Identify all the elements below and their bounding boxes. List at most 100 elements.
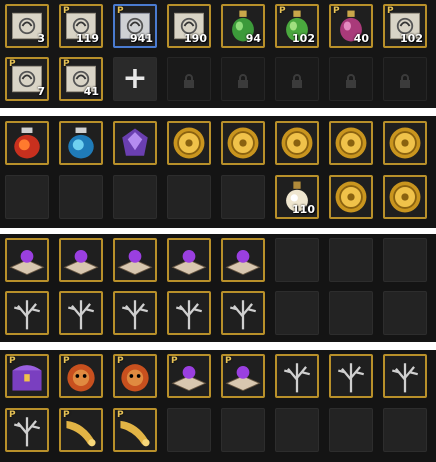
gold-coin-icon (335, 181, 367, 213)
silver-tree-icon (175, 300, 203, 330)
inventory-panel-1: 3 P 119 P 941 190 94 P 102 P 40 P 102 P … (0, 0, 436, 108)
premium-mark: P (117, 410, 124, 420)
silver-tree-icon (391, 363, 419, 393)
magic-tome-icon (171, 250, 207, 276)
empty-slot[interactable] (221, 408, 265, 452)
item-slot[interactable] (221, 291, 265, 335)
silver-tree-icon (229, 300, 257, 330)
item-slot[interactable] (329, 354, 373, 398)
empty-slot[interactable] (275, 238, 319, 282)
item-count: 7 (37, 85, 45, 98)
item-slot[interactable] (59, 121, 103, 165)
purple-gem-icon (122, 128, 148, 156)
locked-slot (383, 57, 427, 101)
empty-slot[interactable] (329, 408, 373, 452)
item-slot[interactable]: P (221, 354, 265, 398)
item-slot[interactable] (5, 121, 49, 165)
locked-slot (221, 57, 265, 101)
item-count: 3 (37, 32, 45, 45)
item-slot[interactable] (113, 121, 157, 165)
empty-slot[interactable] (383, 238, 427, 282)
item-slot[interactable]: P (59, 408, 103, 452)
item-count: 40 (353, 32, 369, 45)
item-slot[interactable]: 190 (167, 4, 211, 48)
item-count: 102 (400, 32, 423, 45)
item-slot[interactable] (167, 238, 211, 282)
item-slot[interactable] (59, 291, 103, 335)
item-slot[interactable]: 3 (5, 4, 49, 48)
empty-slot[interactable] (113, 175, 157, 219)
locked-slot (275, 57, 319, 101)
item-slot[interactable] (5, 238, 49, 282)
premium-mark: P (9, 356, 16, 366)
empty-slot[interactable] (221, 175, 265, 219)
item-slot[interactable]: P (113, 354, 157, 398)
item-slot[interactable] (221, 238, 265, 282)
premium-mark: P (117, 6, 124, 16)
lock-icon (292, 74, 302, 88)
item-count: 110 (292, 203, 315, 216)
item-slot[interactable]: P 40 (329, 4, 373, 48)
item-slot[interactable] (5, 291, 49, 335)
item-slot[interactable] (383, 175, 427, 219)
empty-slot[interactable] (275, 408, 319, 452)
item-slot[interactable] (113, 238, 157, 282)
item-count: 102 (292, 32, 315, 45)
item-slot[interactable] (383, 121, 427, 165)
item-slot[interactable]: P (59, 354, 103, 398)
empty-slot[interactable] (5, 175, 49, 219)
empty-slot[interactable] (59, 175, 103, 219)
gold-coin-icon (335, 127, 367, 159)
gold-coin-icon (227, 127, 259, 159)
lock-icon (346, 74, 356, 88)
empty-slot[interactable] (383, 291, 427, 335)
empty-slot[interactable] (275, 291, 319, 335)
empty-slot[interactable] (167, 408, 211, 452)
item-slot[interactable] (167, 121, 211, 165)
locked-slot (167, 57, 211, 101)
item-slot[interactable] (383, 354, 427, 398)
item-slot[interactable]: P 941 (113, 4, 157, 48)
item-slot[interactable]: P 119 (59, 4, 103, 48)
item-slot[interactable]: P (113, 408, 157, 452)
item-slot[interactable] (275, 354, 319, 398)
premium-mark: P (9, 410, 16, 420)
locked-slot (329, 57, 373, 101)
item-slot[interactable]: P (167, 354, 211, 398)
item-slot[interactable]: P 102 (383, 4, 427, 48)
item-slot[interactable] (329, 175, 373, 219)
magic-tome-icon (63, 250, 99, 276)
lock-icon (238, 74, 248, 88)
blue-crystal-jar-icon (68, 127, 94, 159)
silver-tree-icon (121, 300, 149, 330)
lock-icon (400, 74, 410, 88)
item-slot[interactable]: P 41 (59, 57, 103, 101)
item-slot[interactable]: 94 (221, 4, 265, 48)
item-slot[interactable]: P 7 (5, 57, 49, 101)
magic-tome-icon (9, 250, 45, 276)
premium-mark: P (117, 356, 124, 366)
gold-coin-icon (389, 181, 421, 213)
item-slot[interactable] (275, 121, 319, 165)
item-slot[interactable] (113, 291, 157, 335)
item-slot[interactable]: P 102 (275, 4, 319, 48)
empty-slot[interactable] (383, 408, 427, 452)
item-slot[interactable]: P (5, 354, 49, 398)
item-count: 190 (184, 32, 207, 45)
gold-coin-icon (389, 127, 421, 159)
item-slot[interactable]: 110 (275, 175, 319, 219)
empty-slot[interactable] (329, 291, 373, 335)
premium-mark: P (171, 356, 178, 366)
add-slot-button[interactable]: + (113, 57, 157, 101)
plus-icon: + (122, 61, 148, 96)
empty-slot[interactable] (329, 238, 373, 282)
item-slot[interactable]: P (5, 408, 49, 452)
premium-mark: P (63, 356, 70, 366)
premium-mark: P (279, 6, 286, 16)
item-slot[interactable] (329, 121, 373, 165)
empty-slot[interactable] (167, 175, 211, 219)
item-slot[interactable] (59, 238, 103, 282)
silver-tree-icon (13, 300, 41, 330)
item-slot[interactable] (221, 121, 265, 165)
item-slot[interactable] (167, 291, 211, 335)
